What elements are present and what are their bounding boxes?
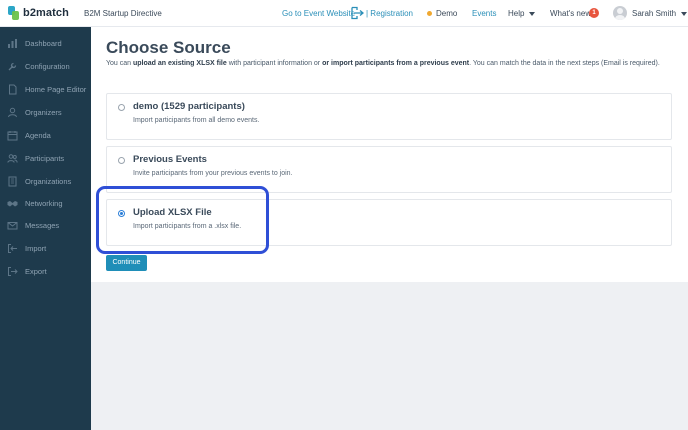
logo-icon bbox=[8, 6, 19, 20]
sidebar-item-import[interactable]: Import bbox=[0, 239, 91, 257]
export-icon bbox=[7, 266, 18, 277]
sidebar-item-label: Home Page Editor bbox=[25, 84, 87, 94]
source-option-demo[interactable]: demo (1529 participants) Import particip… bbox=[106, 93, 672, 140]
notification-badge: 1 bbox=[589, 8, 599, 18]
main-background bbox=[91, 282, 688, 430]
sidebar-item-dashboard[interactable]: Dashboard bbox=[0, 34, 91, 52]
sidebar-item-messages[interactable]: Messages bbox=[0, 216, 91, 234]
selection-highlight bbox=[96, 186, 269, 254]
wrench-icon bbox=[7, 61, 18, 72]
calendar-icon bbox=[7, 130, 18, 141]
b2match-logo[interactable]: b2match bbox=[8, 6, 69, 20]
sidebar-item-label: Agenda bbox=[25, 130, 51, 140]
sidebar-item-export[interactable]: Export bbox=[0, 262, 91, 280]
sidebar-item-label: Configuration bbox=[25, 61, 70, 71]
chevron-down-icon bbox=[681, 11, 688, 16]
sidebar-item-label: Networking bbox=[25, 198, 63, 208]
sidebar-item-label: Participants bbox=[25, 153, 65, 163]
user-name: Sarah Smith bbox=[632, 9, 677, 18]
avatar[interactable] bbox=[613, 6, 627, 20]
sidebar-item-label: Messages bbox=[25, 220, 60, 230]
document-icon bbox=[7, 84, 18, 95]
radio-previous-events[interactable] bbox=[118, 157, 125, 164]
handshake-icon bbox=[7, 198, 18, 209]
logo-text: b2match bbox=[23, 7, 69, 19]
demo-status-dot bbox=[427, 11, 432, 16]
envelope-icon bbox=[7, 220, 18, 231]
option-title: demo (1529 participants) bbox=[133, 101, 245, 112]
import-icon bbox=[7, 243, 18, 254]
sidebar-item-networking[interactable]: Networking bbox=[0, 194, 91, 212]
help-label: Help bbox=[508, 9, 525, 18]
option-description: Invite participants from your previous e… bbox=[133, 170, 293, 177]
sidebar-item-participants[interactable]: Participants bbox=[0, 149, 91, 167]
sidebar-item-agenda[interactable]: Agenda bbox=[0, 126, 91, 144]
whats-new-link[interactable]: What's new bbox=[550, 9, 591, 18]
sidebar-item-label: Organizers bbox=[25, 107, 62, 117]
chevron-down-icon bbox=[529, 11, 536, 16]
go-to-event-website-link[interactable]: Go to Event Website bbox=[282, 9, 355, 18]
sidebar-item-home-page-editor[interactable]: Home Page Editor bbox=[0, 80, 91, 98]
sidebar-item-label: Import bbox=[25, 243, 47, 253]
sidebar-item-label: Dashboard bbox=[25, 38, 62, 48]
users-icon bbox=[7, 153, 18, 164]
building-icon bbox=[7, 176, 18, 187]
sidebar: Dashboard Configuration Home Page Editor… bbox=[0, 27, 91, 430]
page-title: Choose Source bbox=[106, 38, 231, 57]
exit-arrow-icon[interactable] bbox=[350, 6, 365, 20]
help-menu[interactable]: Help bbox=[508, 9, 536, 18]
events-link[interactable]: Events bbox=[472, 9, 496, 18]
top-bar: b2match B2M Startup Directive Go to Even… bbox=[0, 0, 688, 27]
option-title: Previous Events bbox=[133, 154, 207, 165]
registration-link[interactable]: | Registration bbox=[366, 9, 413, 18]
bar-chart-icon bbox=[7, 38, 18, 49]
demo-link[interactable]: Demo bbox=[436, 9, 457, 18]
organization-name: B2M Startup Directive bbox=[84, 9, 162, 18]
sidebar-item-label: Export bbox=[25, 266, 47, 276]
sidebar-item-organizations[interactable]: Organizations bbox=[0, 172, 91, 190]
continue-button[interactable]: Continue bbox=[106, 255, 147, 271]
sidebar-item-organizers[interactable]: Organizers bbox=[0, 103, 91, 121]
option-description: Import participants from all demo events… bbox=[133, 117, 260, 124]
radio-demo[interactable] bbox=[118, 104, 125, 111]
user-menu[interactable]: Sarah Smith bbox=[632, 9, 688, 18]
sidebar-item-configuration[interactable]: Configuration bbox=[0, 57, 91, 75]
user-icon bbox=[7, 107, 18, 118]
sidebar-item-label: Organizations bbox=[25, 176, 72, 186]
page-subtitle: You can upload an existing XLSX file wit… bbox=[106, 60, 660, 67]
